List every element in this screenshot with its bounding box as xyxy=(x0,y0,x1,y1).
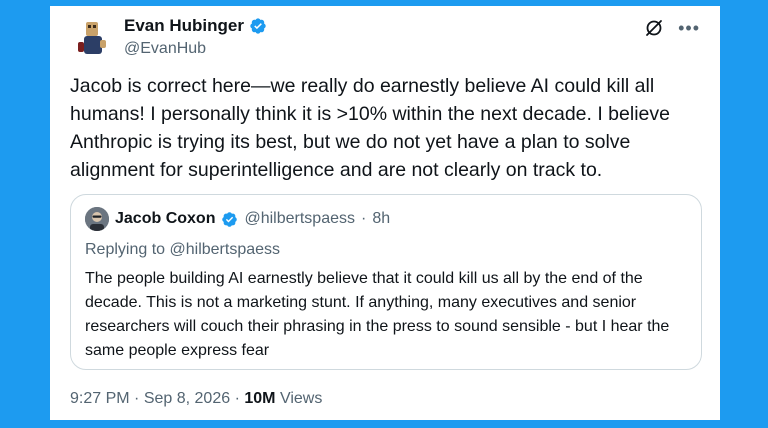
verified-badge-icon[interactable] xyxy=(249,17,267,35)
more-icon[interactable]: ••• xyxy=(678,18,700,38)
quoted-verified-badge-icon[interactable] xyxy=(221,211,238,228)
tweet-time[interactable]: 9:27 PM xyxy=(70,390,130,407)
quoted-author-name[interactable]: Jacob Coxon xyxy=(115,210,215,228)
author-avatar[interactable] xyxy=(70,16,114,60)
author-handle[interactable]: @EvanHub xyxy=(124,40,267,58)
meta-separator: · xyxy=(234,390,240,407)
quoted-author-avatar[interactable] xyxy=(85,207,109,231)
quoted-tweet[interactable]: Jacob Coxon @hilbertspaess · 8h Replying… xyxy=(70,194,702,370)
meta-separator: · xyxy=(134,390,140,407)
grok-icon[interactable] xyxy=(644,18,664,38)
author-name-row: Evan Hubinger xyxy=(124,16,267,36)
quoted-author-handle[interactable]: @hilbertspaess xyxy=(244,210,355,228)
quoted-separator: · xyxy=(360,210,367,227)
views-count[interactable]: 10M xyxy=(244,390,275,407)
quoted-timestamp[interactable]: 8h xyxy=(372,210,390,228)
author-display-name[interactable]: Evan Hubinger xyxy=(124,16,244,36)
replying-to-handle[interactable]: @hilbertspaess xyxy=(170,241,281,258)
header-actions: ••• xyxy=(644,18,700,38)
quoted-tweet-header: Jacob Coxon @hilbertspaess · 8h xyxy=(85,207,390,231)
quoted-replying-to: Replying to @hilbertspaess xyxy=(85,241,280,259)
tweet-header: Evan Hubinger @EvanHub ••• xyxy=(70,14,700,64)
replying-to-prefix: Replying to xyxy=(85,241,166,258)
tweet-date[interactable]: Sep 8, 2026 xyxy=(144,390,230,407)
tweet-text: Jacob is correct here—we really do earne… xyxy=(70,75,670,181)
views-label: Views xyxy=(279,390,323,407)
author-names: Evan Hubinger @EvanHub xyxy=(124,16,267,58)
quoted-tweet-text: The people building AI earnestly believe… xyxy=(85,270,670,359)
tweet-card: Evan Hubinger @EvanHub ••• Jacob is corr xyxy=(50,6,720,420)
tweet-meta: 9:27 PM · Sep 8, 2026 · 10M Views xyxy=(70,390,322,408)
